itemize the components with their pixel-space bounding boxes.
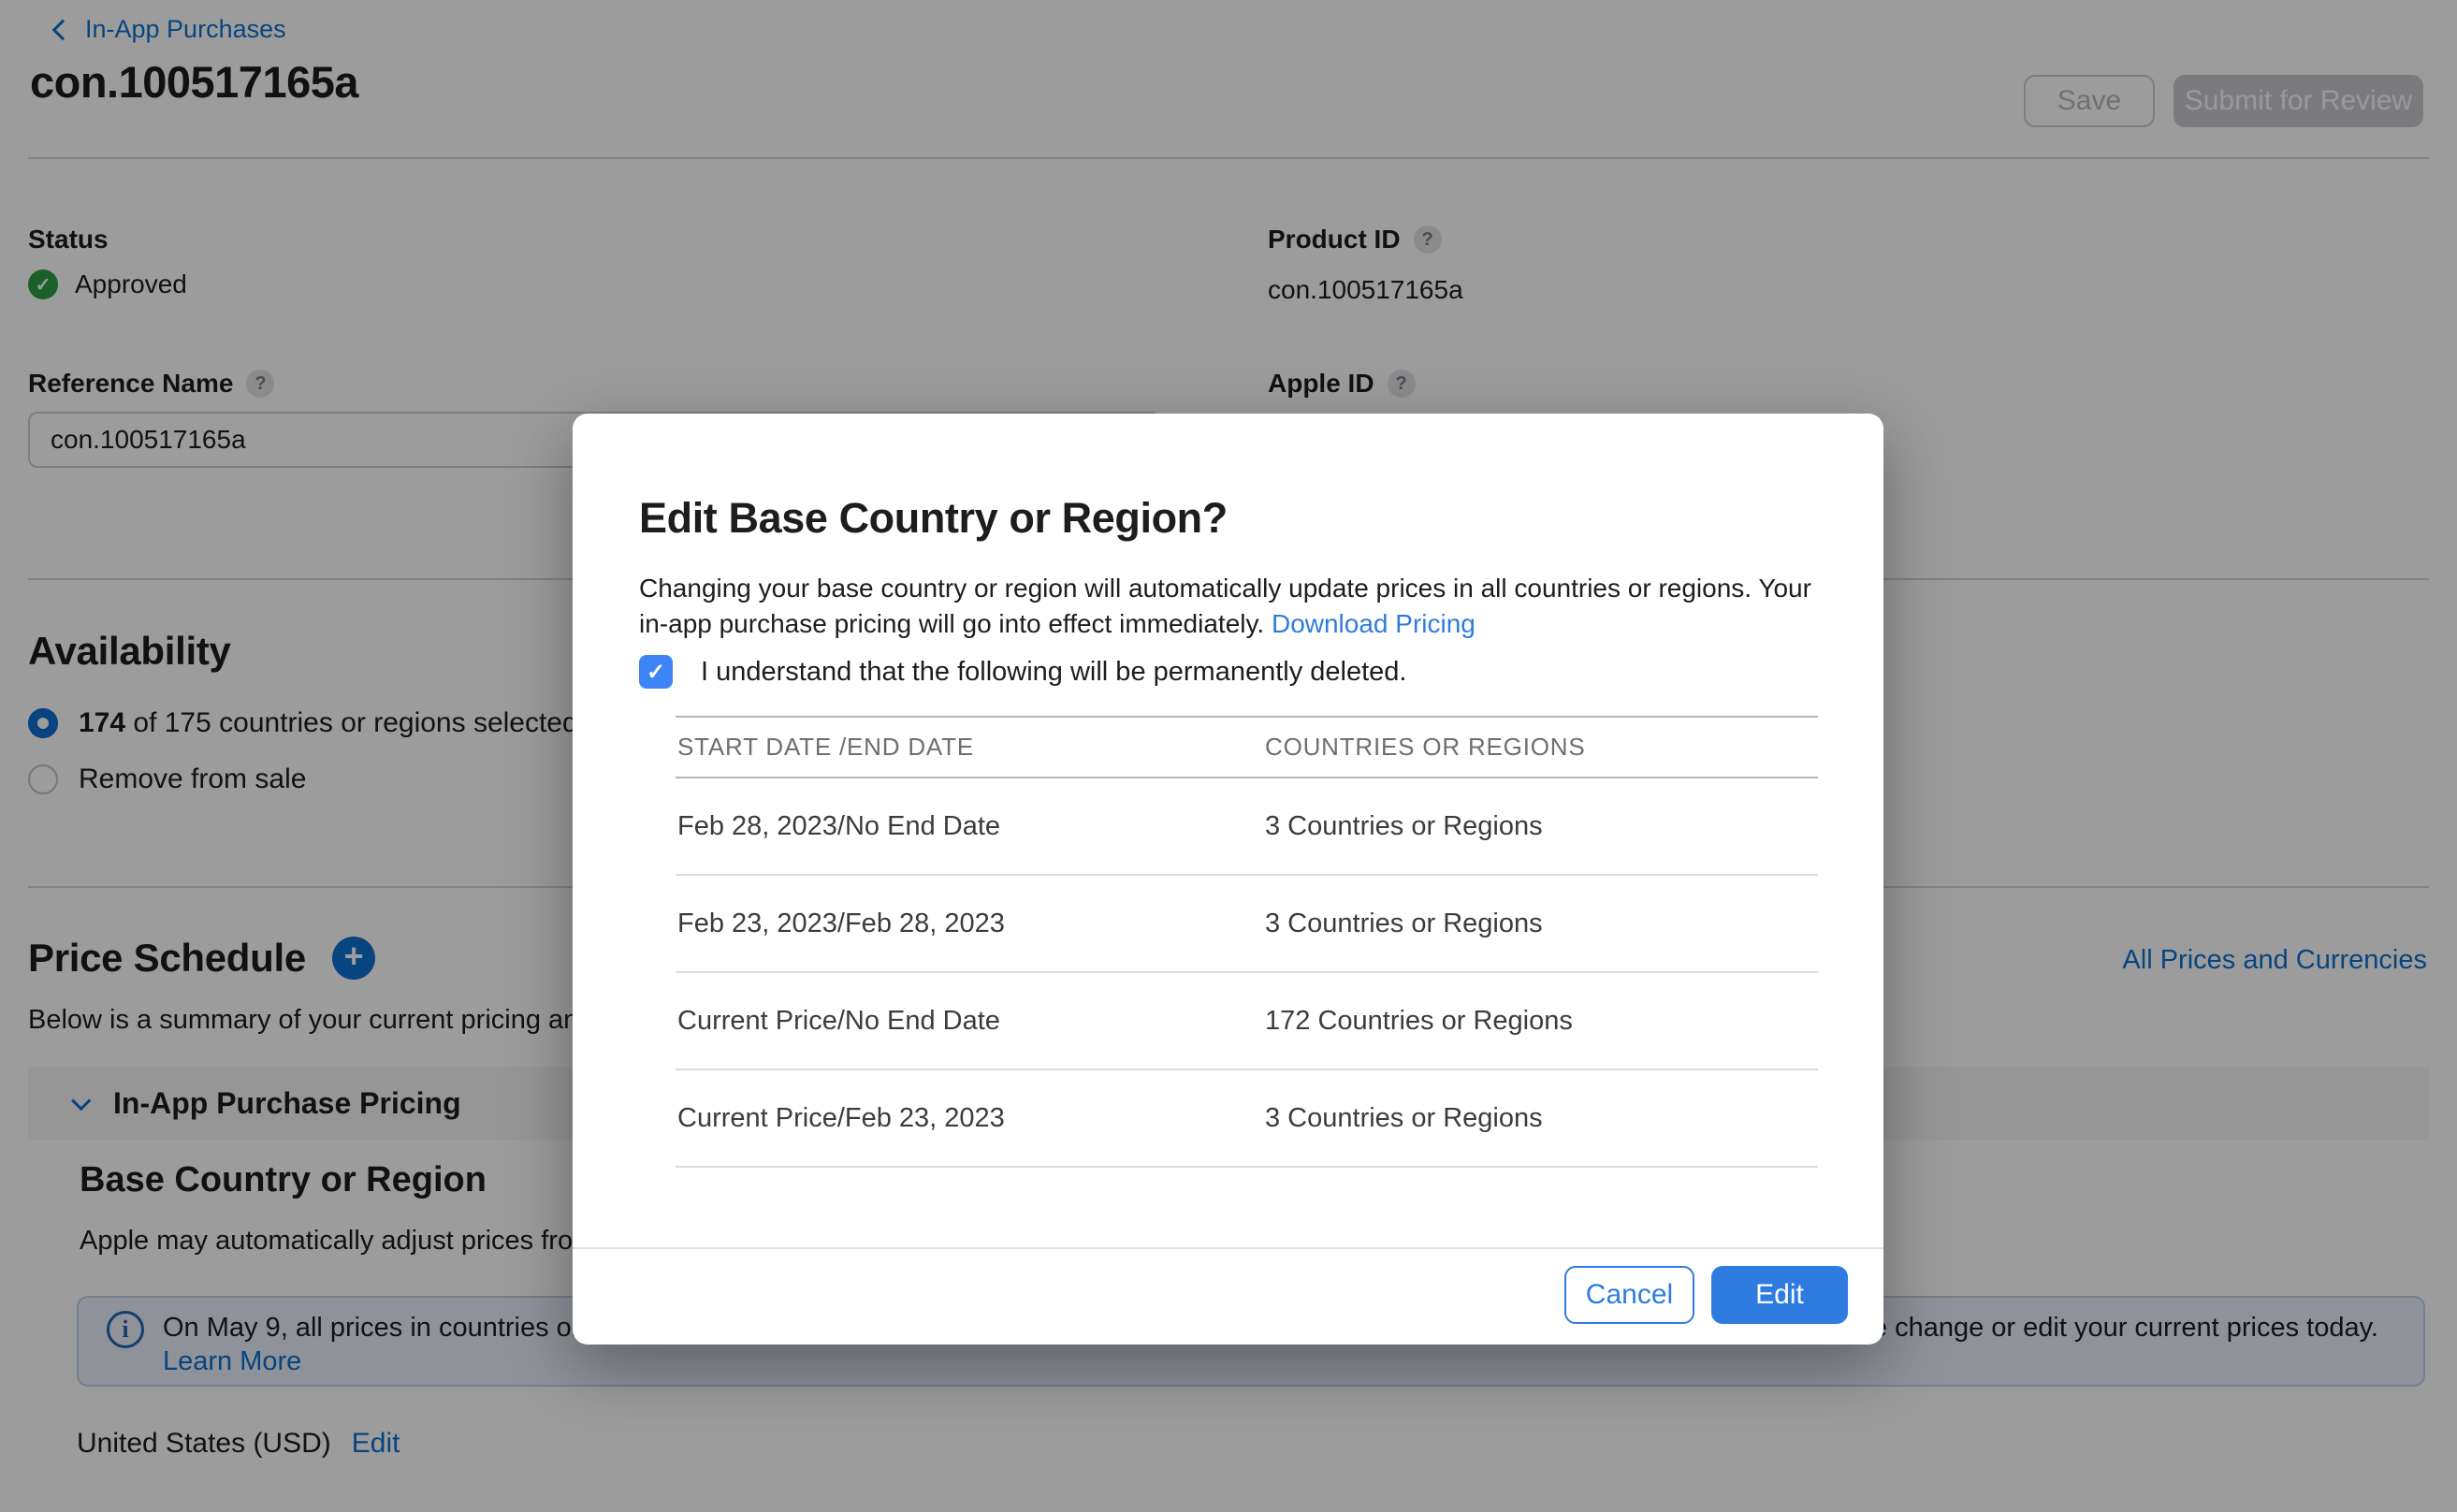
table-cell: Feb 28, 2023/No End Date (676, 811, 1265, 842)
checkbox-label: I understand that the following will be … (701, 657, 1406, 688)
table-row: Current Price/Feb 23, 2023 3 Countries o… (676, 1070, 1818, 1168)
table-row: Current Price/No End Date 172 Countries … (676, 973, 1818, 1070)
table-cell: 3 Countries or Regions (1265, 1103, 1818, 1134)
table-row: Feb 23, 2023/Feb 28, 2023 3 Countries or… (676, 876, 1818, 973)
table-cell: Current Price/No End Date (676, 1006, 1265, 1037)
table-cell: 3 Countries or Regions (1265, 811, 1818, 842)
table-header-row: START DATE /END DATE COUNTRIES OR REGION… (676, 716, 1818, 778)
download-pricing-link[interactable]: Download Pricing (1272, 609, 1476, 638)
modal-title: Edit Base Country or Region? (639, 494, 1228, 543)
checkbox-checked-icon[interactable]: ✓ (639, 655, 673, 689)
table-row: Feb 28, 2023/No End Date 3 Countries or … (676, 778, 1818, 876)
table-cell: 3 Countries or Regions (1265, 909, 1818, 939)
edit-base-country-modal: Edit Base Country or Region? Changing yo… (573, 414, 1883, 1345)
table-header: COUNTRIES OR REGIONS (1265, 733, 1818, 762)
table-cell: Feb 23, 2023/Feb 28, 2023 (676, 909, 1265, 939)
table-cell: Current Price/Feb 23, 2023 (676, 1103, 1265, 1134)
table-header: START DATE /END DATE (676, 733, 1265, 762)
confirm-checkbox-row[interactable]: ✓ I understand that the following will b… (639, 655, 1406, 689)
modal-footer-divider (573, 1247, 1883, 1249)
modal-body-text: Changing your base country or region wil… (639, 571, 1813, 642)
edit-confirm-button[interactable]: Edit (1711, 1266, 1848, 1324)
cancel-button[interactable]: Cancel (1564, 1266, 1694, 1324)
deleted-prices-table: START DATE /END DATE COUNTRIES OR REGION… (676, 716, 1818, 1168)
table-cell: 172 Countries or Regions (1265, 1006, 1818, 1037)
